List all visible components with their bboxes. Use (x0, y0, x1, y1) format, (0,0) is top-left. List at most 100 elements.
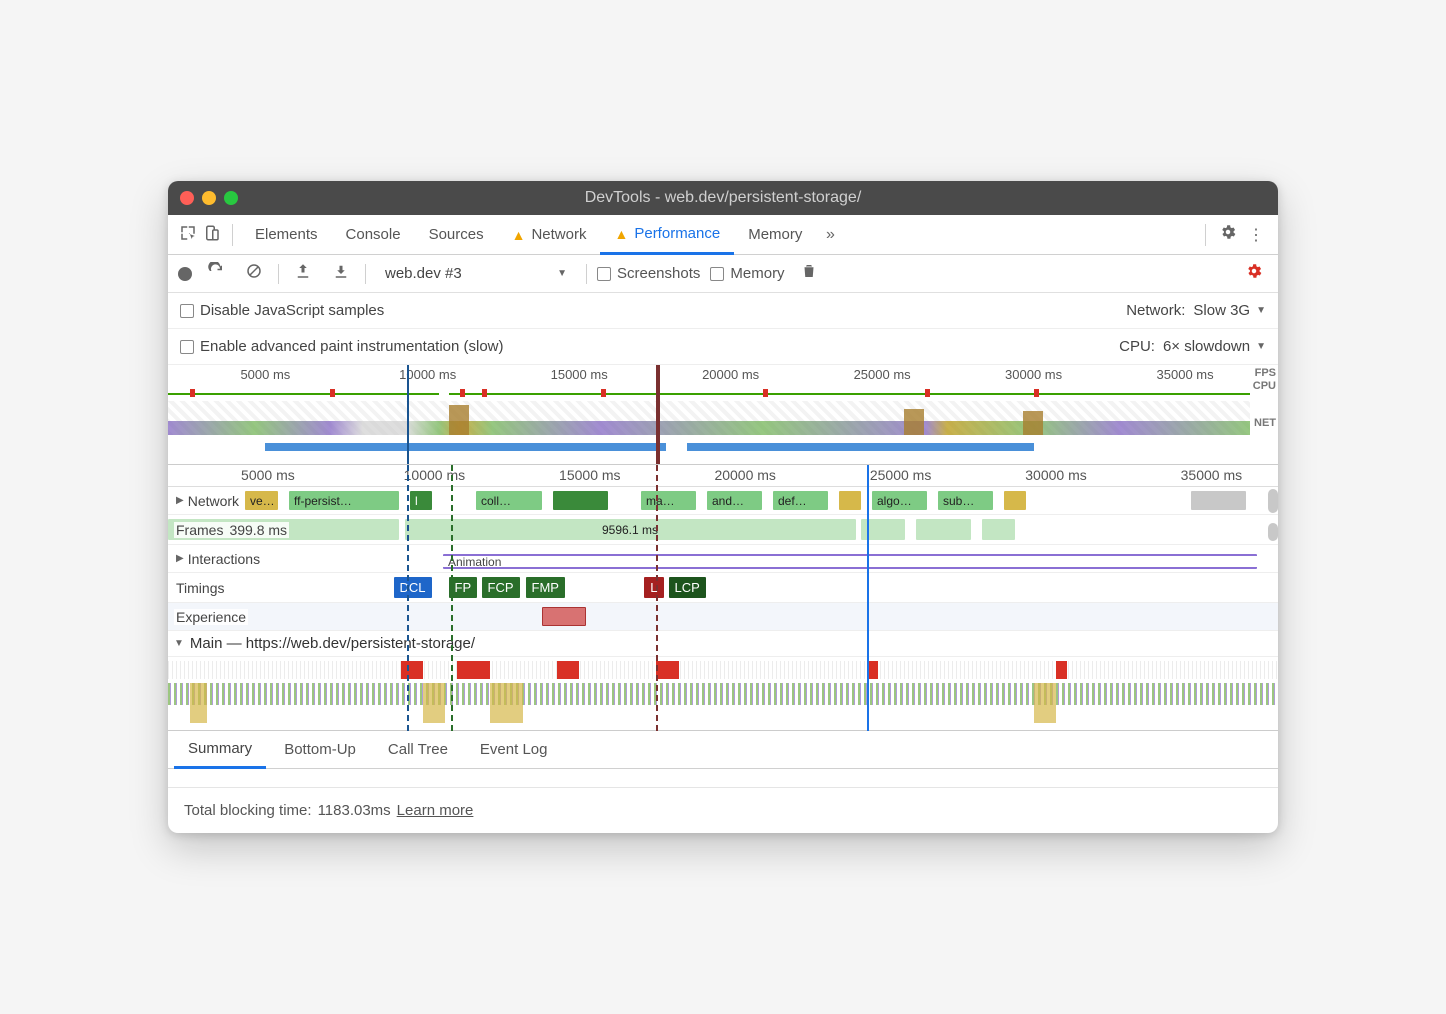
network-request[interactable]: ff-persist… (289, 491, 399, 510)
timing-marker-fmp[interactable]: FMP (526, 577, 565, 598)
tab-event-log[interactable]: Event Log (466, 731, 562, 768)
clear-button[interactable] (240, 262, 268, 285)
tab-memory[interactable]: Memory (734, 215, 816, 254)
tab-console-label: Console (346, 226, 401, 243)
interactions-track[interactable]: ▶ Interactions Animation (168, 545, 1278, 573)
flame-ruler[interactable]: 5000 ms 10000 ms 15000 ms 20000 ms 25000… (168, 465, 1278, 487)
disable-js-label: Disable JavaScript samples (200, 302, 384, 319)
minimize-window-button[interactable] (202, 191, 216, 205)
kebab-menu-icon[interactable]: ⋮ (1242, 225, 1270, 245)
network-request[interactable]: l (410, 491, 432, 510)
overview-tick: 20000 ms (702, 367, 759, 382)
cpu-throttle-select[interactable]: 6× slowdown ▼ (1163, 338, 1266, 355)
network-request[interactable]: sub… (938, 491, 993, 510)
network-request[interactable]: ma… (641, 491, 696, 510)
tab-summary[interactable]: Summary (174, 732, 266, 769)
screenshots-checkbox[interactable]: Screenshots (597, 265, 700, 282)
frames-track[interactable]: Frames399.8 ms 9596.1 ms (168, 515, 1278, 545)
network-request[interactable]: and… (707, 491, 762, 510)
device-toolbar-icon[interactable] (200, 224, 224, 246)
checkbox-icon (710, 267, 724, 281)
more-tabs-button[interactable]: » (816, 226, 844, 244)
tbt-value: 1183.03ms (318, 802, 391, 819)
tab-performance[interactable]: ▲Performance (600, 216, 734, 255)
tab-sources-label: Sources (429, 226, 484, 243)
network-request[interactable]: def… (773, 491, 828, 510)
fps-lane (168, 389, 1250, 397)
tab-call-tree[interactable]: Call Tree (374, 731, 462, 768)
close-window-button[interactable] (180, 191, 194, 205)
record-button[interactable] (178, 267, 192, 281)
experience-event[interactable] (542, 607, 586, 626)
frame[interactable] (982, 519, 1015, 540)
titlebar: DevTools - web.dev/persistent-storage/ (168, 181, 1278, 215)
network-request[interactable] (553, 491, 608, 510)
experience-track[interactable]: Experience (168, 603, 1278, 631)
interactions-track-label: Interactions (188, 551, 260, 567)
learn-more-link[interactable]: Learn more (397, 802, 474, 819)
memory-checkbox-label: Memory (730, 265, 784, 282)
disclosure-down-icon[interactable]: ▼ (174, 638, 184, 649)
scrollbar-thumb[interactable] (1268, 489, 1278, 513)
devtools-window: DevTools - web.dev/persistent-storage/ E… (168, 181, 1278, 833)
tab-sources[interactable]: Sources (415, 215, 498, 254)
details-tabstrip: Summary Bottom-Up Call Tree Event Log (168, 731, 1278, 769)
network-track[interactable]: ▶Network ve… ff-persist… l coll… ma… and… (168, 487, 1278, 515)
interaction-label: Animation (448, 555, 501, 569)
cursor-line[interactable] (867, 465, 869, 731)
collect-garbage-icon[interactable] (795, 262, 823, 285)
memory-checkbox[interactable]: Memory (710, 265, 784, 282)
tab-console[interactable]: Console (332, 215, 415, 254)
scrollbar-thumb[interactable] (1268, 523, 1278, 541)
inspect-element-icon[interactable] (176, 224, 200, 246)
timeline-overview[interactable]: 5000 ms 10000 ms 15000 ms 20000 ms 25000… (168, 365, 1278, 465)
chevron-down-icon: ▼ (557, 268, 567, 279)
disable-js-checkbox[interactable]: Disable JavaScript samples (180, 302, 384, 319)
checkbox-icon (597, 267, 611, 281)
reload-record-button[interactable] (202, 262, 230, 285)
tbt-label: Total blocking time: (184, 802, 312, 819)
disclosure-right-icon[interactable]: ▶ (176, 553, 184, 564)
timing-marker-l[interactable]: L (644, 577, 663, 598)
zoom-window-button[interactable] (224, 191, 238, 205)
disclosure-right-icon[interactable]: ▶ (176, 495, 184, 506)
network-request[interactable] (1191, 491, 1246, 510)
overview-marker (656, 365, 660, 464)
timing-marker-lcp[interactable]: LCP (669, 577, 706, 598)
network-request[interactable]: ve… (245, 491, 278, 510)
overview-tick: 5000 ms (240, 367, 290, 382)
recording-selector[interactable]: web.dev #3 ▼ (376, 261, 576, 286)
timing-marker-dcl[interactable]: DCL (394, 577, 432, 598)
save-profile-icon[interactable] (327, 262, 355, 285)
tab-network[interactable]: ▲Network (498, 215, 601, 254)
overview-ruler: 5000 ms 10000 ms 15000 ms 20000 ms 25000… (168, 367, 1250, 383)
interaction-animation[interactable]: Animation (443, 554, 1257, 569)
enable-paint-checkbox[interactable]: Enable advanced paint instrumentation (s… (180, 338, 504, 355)
tab-bottom-up[interactable]: Bottom-Up (270, 731, 370, 768)
timings-track-label: Timings (176, 580, 225, 596)
network-request[interactable]: coll… (476, 491, 542, 510)
network-request[interactable]: algo… (872, 491, 927, 510)
frame-duration: 9596.1 ms (602, 523, 658, 537)
network-throttle-select[interactable]: Slow 3G ▼ (1193, 302, 1266, 319)
ruler-tick: 5000 ms (241, 467, 295, 483)
cpu-throttle-value: 6× slowdown (1163, 338, 1250, 355)
timing-marker-fcp[interactable]: FCP (482, 577, 520, 598)
load-profile-icon[interactable] (289, 262, 317, 285)
capture-settings-gear-icon[interactable] (1240, 262, 1268, 285)
window-controls (180, 191, 238, 205)
overview-cursor[interactable] (407, 365, 409, 464)
recording-selector-value: web.dev #3 (385, 265, 462, 282)
main-thread-flamechart[interactable] (168, 657, 1278, 731)
screenshots-label: Screenshots (617, 265, 700, 282)
network-request[interactable] (839, 491, 861, 510)
network-request[interactable] (1004, 491, 1026, 510)
main-thread-header[interactable]: ▼ Main — https://web.dev/persistent-stor… (168, 631, 1278, 657)
settings-gear-icon[interactable] (1214, 223, 1242, 246)
tab-elements[interactable]: Elements (241, 215, 332, 254)
frame[interactable] (916, 519, 971, 540)
cpu-lane (168, 401, 1250, 435)
ruler-tick: 10000 ms (404, 467, 465, 483)
frame[interactable]: 9596.1 ms (405, 519, 856, 540)
timings-track[interactable]: Timings DCL FP FCP FMP L LCP (168, 573, 1278, 603)
